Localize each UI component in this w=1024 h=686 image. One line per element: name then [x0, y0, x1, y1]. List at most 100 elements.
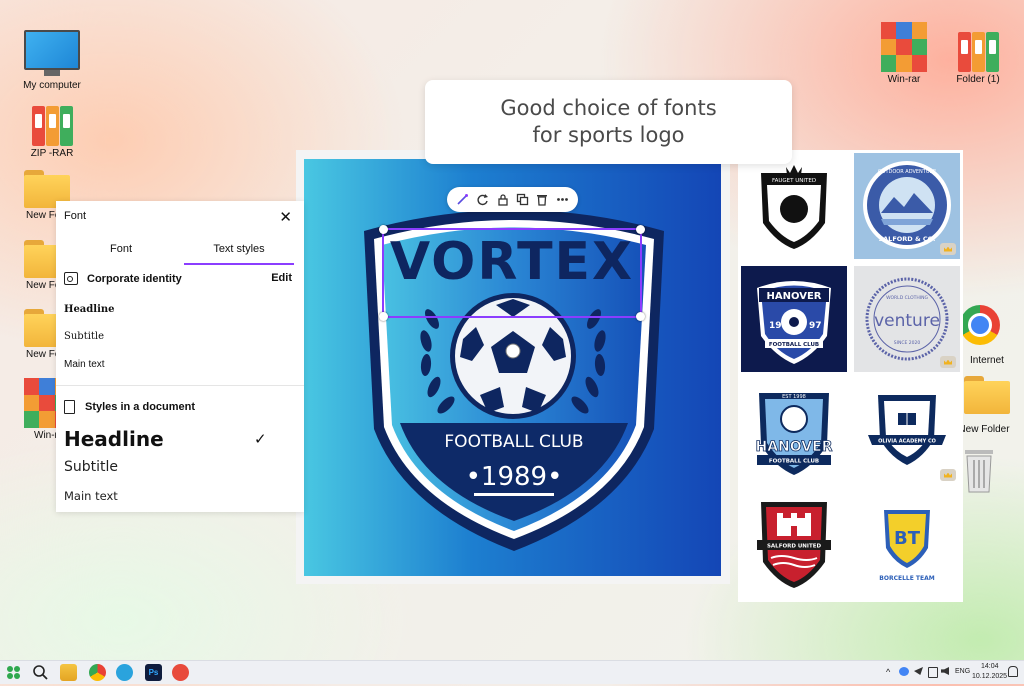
desktop-icon-label: Win-r [34, 430, 58, 441]
panel-divider [56, 385, 304, 386]
logo-thumbnail[interactable]: FAUGET UNITED [741, 153, 847, 259]
more-options-icon[interactable] [555, 193, 569, 207]
corporate-identity-row: Corporate identity [64, 272, 182, 285]
design-canvas-frame: VORTEX FOOTBALL CLUB •1989• [296, 150, 730, 584]
brand-kit-icon [64, 272, 78, 285]
corporate-style-main-text[interactable]: Main text [64, 359, 105, 370]
football-logo[interactable]: VORTEX FOOTBALL CLUB •1989• [304, 159, 721, 576]
telegram-icon[interactable] [116, 664, 133, 681]
logo-thumbnail[interactable]: OLIVIA ACADEMY CO [854, 379, 960, 485]
thumbnail-text: 19 [769, 321, 782, 331]
thumbnail-text: OUTDOOR ADVENTURE [878, 169, 936, 175]
callout-banner: Good choice of fonts for sports logo [425, 80, 792, 164]
tray-monitor-icon[interactable] [928, 667, 938, 678]
monitor-icon [24, 30, 80, 76]
logo-subtitle[interactable]: FOOTBALL CLUB [444, 432, 583, 452]
rotate-icon[interactable] [476, 193, 490, 207]
doc-style-headline[interactable]: Headline [64, 427, 164, 451]
desktop-icon-zip-rar[interactable]: ZIP -RAR [17, 102, 87, 159]
app-icon[interactable] [172, 664, 189, 681]
element-toolbar [447, 187, 578, 212]
desktop-icon-my-computer[interactable]: My computer [17, 30, 87, 91]
thumbnail-text: OLIVIA ACADEMY CO [878, 439, 936, 445]
premium-crown-icon [940, 469, 956, 481]
thumbnail-text: EST 1998 [782, 394, 806, 400]
desktop-icon-folder-1[interactable]: Folder (1) [943, 28, 1013, 85]
duplicate-icon[interactable] [515, 193, 529, 207]
photoshop-icon[interactable]: Ps [145, 664, 162, 681]
logo-thumbnail[interactable]: EST 1998 HANOVER FOOTBALL CLUB [741, 379, 847, 485]
recycle-bin-icon[interactable] [962, 446, 996, 498]
edit-link[interactable]: Edit [271, 272, 292, 284]
doc-style-main-text[interactable]: Main text [64, 489, 118, 503]
thumbnail-text: FAUGET UNITED [772, 178, 816, 184]
tray-telegram-icon[interactable] [914, 667, 923, 675]
tab-text-styles[interactable]: Text styles [184, 243, 294, 265]
doc-style-subtitle[interactable]: Subtitle [64, 459, 118, 475]
panel-tabs: Font Text styles [66, 243, 294, 265]
trash-icon[interactable] [535, 193, 549, 207]
corporate-style-subtitle[interactable]: Subtitle [64, 331, 104, 342]
thumbnail-text: venture [874, 311, 940, 331]
chrome-icon [960, 305, 1000, 345]
clock-time[interactable]: 14:04 [981, 663, 999, 670]
thumbnail-text: HANOVER [767, 291, 822, 302]
desktop-icon-win-rar-left[interactable]: Win-r [20, 378, 70, 441]
start-button[interactable] [5, 664, 22, 681]
thumbnail-text: SALFORD & CO. [878, 235, 935, 243]
file-explorer-icon[interactable] [60, 664, 77, 681]
resize-handle-top-left[interactable] [379, 225, 388, 234]
search-icon[interactable] [32, 664, 49, 681]
winrar-icon [881, 22, 927, 72]
chrome-taskbar-icon[interactable] [89, 664, 106, 681]
corporate-style-headline[interactable]: Headline [64, 304, 115, 315]
callout-line-2: for sports logo [532, 123, 685, 147]
callout-line-1: Good choice of fonts [500, 96, 717, 120]
desktop-icon-label: ZIP -RAR [30, 148, 74, 159]
resize-handle-top-right[interactable] [636, 225, 645, 234]
logo-thumbnail[interactable]: OUTDOOR ADVENTURE SALFORD & CO. [854, 153, 960, 259]
design-canvas[interactable]: VORTEX FOOTBALL CLUB •1989• [304, 159, 721, 576]
selection-box[interactable] [379, 225, 645, 321]
binders-icon [956, 28, 1000, 72]
thumbnail-text: FOOTBALL CLUB [769, 342, 819, 348]
panel-title: Font [64, 210, 87, 222]
thumbnail-text: SINCE 2020 [894, 340, 921, 346]
volume-icon[interactable] [941, 667, 949, 675]
tab-font[interactable]: Font [66, 243, 176, 255]
clock-date[interactable]: 10.12.2025 [972, 673, 1007, 680]
language-indicator[interactable]: ENG [955, 668, 970, 675]
logo-thumbnail[interactable]: HANOVER 19 97 FOOTBALL CLUB [741, 266, 847, 372]
thumbnail-text: HANOVER [756, 439, 833, 455]
binders-icon [30, 102, 74, 146]
corporate-identity-label: Corporate identity [87, 272, 182, 285]
logo-thumbnail[interactable]: WORLD CLOTHING venture SINCE 2020 [854, 266, 960, 372]
logo-year[interactable]: •1989• [466, 462, 563, 492]
thumbnail-text: 97 [809, 321, 822, 331]
premium-crown-icon [940, 356, 956, 368]
thumbnail-text: SALFORD UNITED [767, 544, 821, 550]
lock-icon[interactable] [496, 193, 510, 207]
folder-icon [964, 376, 1010, 414]
styles-in-document-row: Styles in a document [64, 400, 195, 414]
thumbnail-text: BORCELLE TEAM [879, 575, 934, 582]
logo-gallery: FAUGET UNITED OUTDOOR ADVENTURE SALFORD … [738, 150, 963, 602]
thumbnail-text: FOOTBALL CLUB [769, 459, 819, 465]
document-icon [64, 400, 75, 414]
resize-handle-bottom-left[interactable] [379, 312, 388, 321]
taskbar: Ps ^ ENG 14:04 10.12.2025 [0, 660, 1024, 684]
close-icon[interactable]: ✕ [279, 208, 292, 226]
thumbnail-text: WORLD CLOTHING [886, 295, 928, 301]
logo-thumbnail[interactable]: SALFORD UNITED [741, 492, 847, 598]
desktop-icon-label: Folder (1) [956, 74, 1000, 85]
tray-app-icon[interactable] [899, 667, 909, 676]
tray-expand-icon[interactable]: ^ [886, 667, 890, 677]
notification-bell-icon[interactable] [1008, 666, 1018, 677]
checkmark-icon: ✓ [254, 431, 267, 448]
styles-in-document-label: Styles in a document [85, 401, 196, 413]
logo-thumbnail[interactable]: BT BORCELLE TEAM [854, 492, 960, 598]
desktop-icon-label: Win-rar [887, 74, 921, 85]
resize-handle-bottom-right[interactable] [636, 312, 645, 321]
desktop-icon-win-rar[interactable]: Win-rar [869, 22, 939, 85]
magic-wand-icon[interactable] [456, 193, 470, 207]
